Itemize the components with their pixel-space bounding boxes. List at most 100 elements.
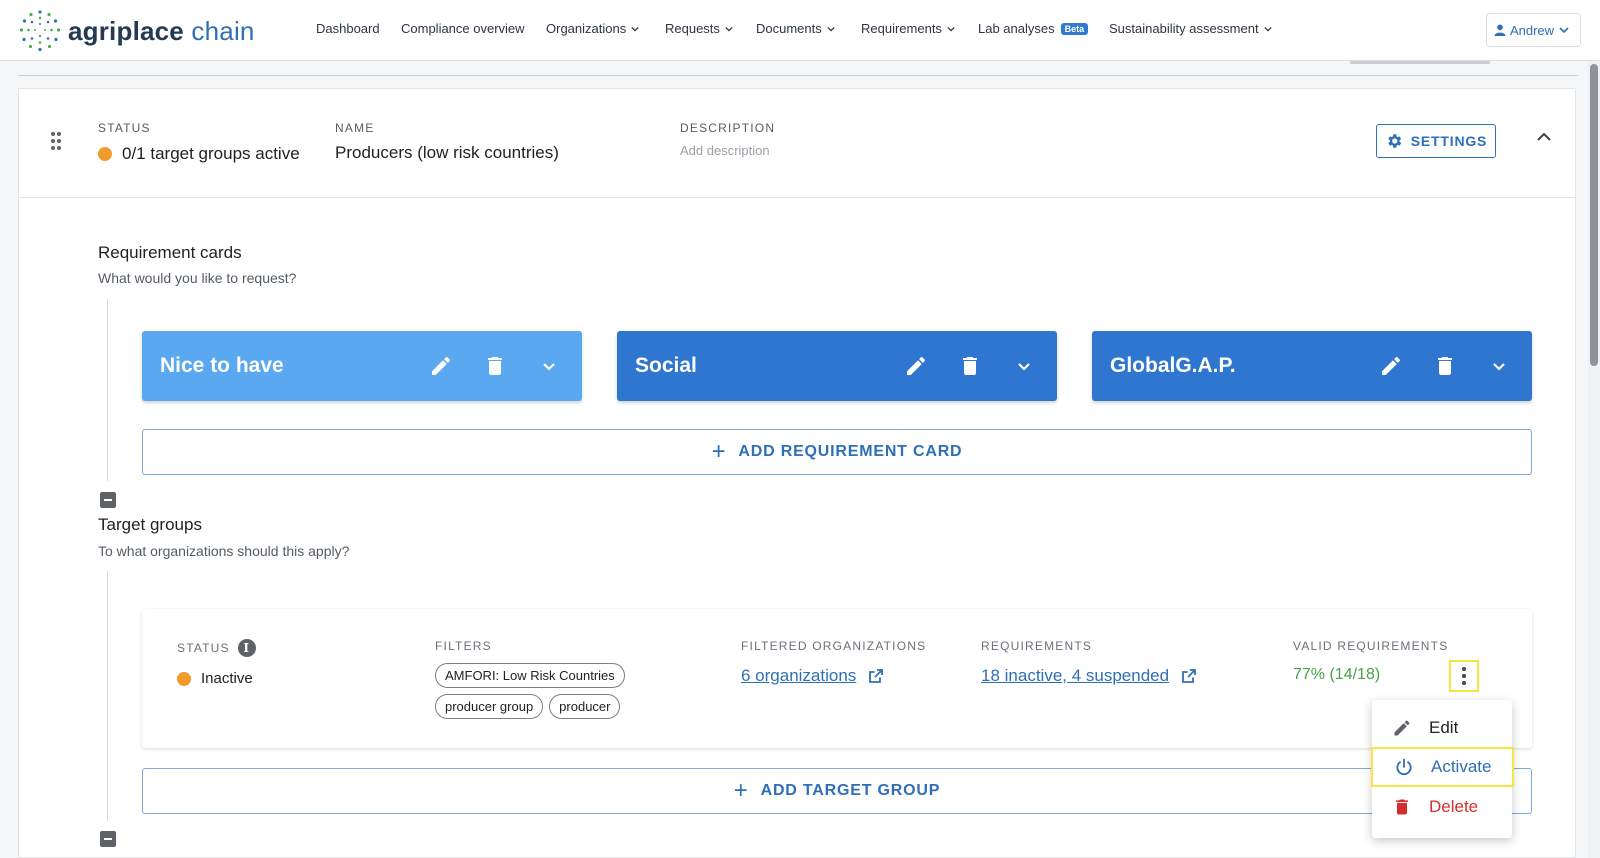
nav-requests-label: Requests (665, 21, 720, 36)
user-menu-button[interactable]: Andrew (1486, 13, 1581, 47)
nav-lab-analyses-label: Lab analyses (978, 21, 1055, 36)
requirement-cards-title: Requirement cards (98, 243, 242, 262)
nav-dashboard[interactable]: Dashboard (316, 21, 380, 36)
nav-compliance-label: Compliance overview (401, 21, 525, 36)
tg-filters-label: FILTERS (435, 639, 492, 653)
status-value: 0/1 target groups active (122, 144, 300, 163)
add-target-group-button[interactable]: + ADD TARGET GROUP (142, 768, 1532, 814)
description-placeholder[interactable]: Add description (680, 143, 775, 158)
filtered-organizations-link[interactable]: 6 organizations (741, 666, 926, 686)
collapse-requirement-cards-icon[interactable] (100, 492, 116, 508)
tg-valid-label: VALID REQUIREMENTS (1293, 639, 1449, 653)
more-actions-button[interactable] (1449, 660, 1479, 692)
nav-sustainability-assessment[interactable]: Sustainability assessment (1109, 21, 1272, 36)
tg-filtered-label: FILTERED ORGANIZATIONS (741, 639, 927, 653)
target-group-row: STATUS i Inactive FILTERS AMFORI: Low Ris… (142, 609, 1532, 748)
plus-icon: + (711, 438, 727, 465)
nav-requests[interactable]: Requests (665, 21, 733, 36)
requirements-link[interactable]: 18 inactive, 4 suspended (981, 666, 1197, 686)
menu-item-activate[interactable]: Activate (1371, 747, 1514, 787)
pencil-icon[interactable] (904, 354, 928, 378)
chevron-down-icon (827, 26, 835, 32)
tg-status-label: STATUS (177, 641, 230, 655)
logo-wordmark-chain: chain (191, 15, 255, 46)
collapse-target-groups-icon[interactable] (100, 831, 116, 847)
nav-documents[interactable]: Documents (756, 21, 835, 36)
requirement-card-globalgap[interactable]: GlobalG.A.P. (1092, 331, 1532, 401)
tg-filters: FILTERS AMFORI: Low Risk Countries produ… (435, 639, 675, 725)
external-link-icon (869, 669, 884, 683)
nav-compliance-overview[interactable]: Compliance overview (401, 21, 525, 36)
external-link-icon (1182, 669, 1196, 683)
description-label: DESCRIPTION (680, 121, 776, 135)
user-icon (1494, 24, 1506, 36)
trash-icon[interactable] (958, 354, 982, 378)
nav-documents-label: Documents (756, 21, 822, 36)
menu-item-delete[interactable]: Delete (1372, 788, 1512, 826)
target-groups-title: Target groups (98, 515, 202, 534)
nav-dashboard-label: Dashboard (316, 21, 380, 36)
settings-button[interactable]: SETTINGS (1376, 124, 1496, 158)
target-groups-subtitle: To what organizations should this apply? (98, 543, 350, 559)
pencil-icon (1394, 720, 1410, 736)
add-requirement-card-button[interactable]: + ADD REQUIREMENT CARD (142, 429, 1532, 475)
chevron-down-icon (1559, 27, 1569, 34)
filter-chip: producer (549, 694, 621, 719)
trash-icon[interactable] (1433, 354, 1457, 378)
menu-delete-label: Delete (1429, 797, 1479, 816)
chevron-down-icon (631, 26, 639, 32)
requirement-card-nice-to-have[interactable]: Nice to have (142, 331, 582, 401)
status-dot-icon (177, 671, 191, 686)
previous-section-edge (18, 61, 1578, 76)
nav-sustainability-label: Sustainability assessment (1109, 21, 1259, 36)
settings-label: SETTINGS (1410, 133, 1488, 149)
nav-requirements[interactable]: Requirements (861, 21, 955, 36)
drag-handle-icon[interactable] (50, 131, 62, 151)
group-header: STATUS 0/1 target groups active NAME Pro… (19, 89, 1575, 198)
nav-lab-analyses[interactable]: Lab analyses Beta (978, 21, 1089, 36)
filter-chip: AMFORI: Low Risk Countries (435, 663, 625, 688)
requirement-card-social[interactable]: Social (617, 331, 1057, 401)
add-requirement-card-label: ADD REQUIREMENT CARD (738, 443, 963, 460)
plus-icon: + (733, 777, 749, 804)
gear-icon (1388, 134, 1401, 148)
requirement-cards-subtitle: What would you like to request? (98, 270, 297, 286)
group-status: STATUS 0/1 target groups active (98, 121, 300, 164)
info-icon[interactable]: i (237, 639, 256, 657)
requirement-cards-tree-line (107, 299, 108, 481)
nav-requirements-label: Requirements (861, 21, 942, 36)
filter-chip: producer group (435, 694, 544, 719)
kebab-menu-icon (1462, 667, 1466, 685)
power-icon (1396, 758, 1412, 776)
name-value: Producers (low risk countries) (335, 143, 559, 162)
previous-section-shadow (1350, 61, 1490, 64)
valid-requirements-value: 77% (14/18) (1293, 666, 1381, 683)
scrollbar-thumb[interactable] (1590, 64, 1598, 366)
group-name: NAME Producers (low risk countries) (335, 121, 559, 163)
menu-edit-label: Edit (1429, 718, 1459, 737)
beta-badge: Beta (1060, 22, 1089, 35)
chevron-down-icon[interactable] (1012, 354, 1036, 378)
requirement-card-title: Nice to have (160, 354, 284, 377)
logo-dots-icon (19, 10, 61, 52)
chevron-down-icon (947, 26, 955, 32)
chevron-down-icon[interactable] (537, 354, 561, 378)
trash-icon (1396, 799, 1408, 815)
menu-item-edit[interactable]: Edit (1372, 709, 1512, 747)
pencil-icon[interactable] (1379, 354, 1403, 378)
requirement-card-title: GlobalG.A.P. (1110, 354, 1236, 377)
trash-icon[interactable] (483, 354, 507, 378)
pencil-icon[interactable] (429, 354, 453, 378)
tg-filtered-organizations: FILTERED ORGANIZATIONS 6 organizations (741, 639, 926, 686)
chevron-up-icon[interactable] (1536, 131, 1552, 143)
agriplace-logo[interactable]: agriplace chain (18, 9, 255, 53)
status-label: STATUS (98, 121, 151, 135)
nav-organizations[interactable]: Organizations (546, 21, 639, 36)
user-name: Andrew (1509, 22, 1555, 38)
nav-organizations-label: Organizations (546, 21, 627, 36)
status-dot-icon (98, 147, 112, 161)
chevron-down-icon (1263, 26, 1272, 32)
group-description: DESCRIPTION Add description (680, 121, 775, 158)
chevron-down-icon[interactable] (1487, 354, 1511, 378)
tg-status: STATUS i Inactive (177, 639, 256, 687)
